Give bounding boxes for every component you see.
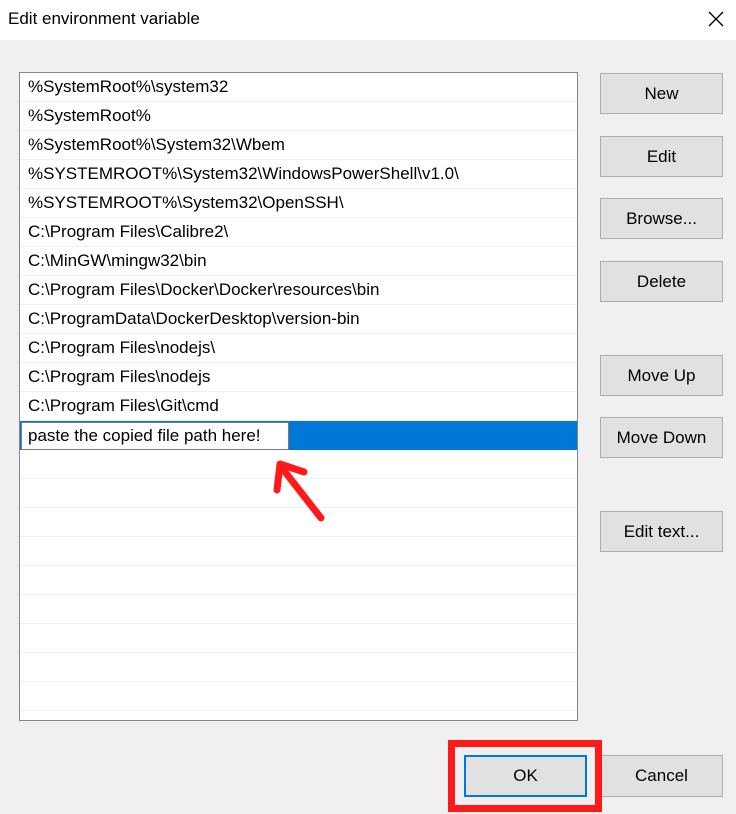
move-down-button[interactable]: Move Down <box>600 417 723 458</box>
window-title: Edit environment variable <box>8 9 200 28</box>
list-item-empty[interactable] <box>20 624 577 653</box>
path-edit-input[interactable] <box>21 422 289 450</box>
list-item-empty[interactable] <box>20 537 577 566</box>
list-item[interactable]: C:\Program Files\Git\cmd <box>20 392 577 421</box>
list-item[interactable]: C:\Program Files\Docker\Docker\resources… <box>20 276 577 305</box>
delete-button[interactable]: Delete <box>600 261 723 302</box>
browse-button[interactable]: Browse... <box>600 198 723 239</box>
list-item-empty[interactable] <box>20 595 577 624</box>
list-item[interactable]: %SYSTEMROOT%\System32\OpenSSH\ <box>20 189 577 218</box>
list-item[interactable]: C:\Program Files\nodejs\ <box>20 334 577 363</box>
list-item[interactable]: C:\MinGW\mingw32\bin <box>20 247 577 276</box>
new-button[interactable]: New <box>600 73 723 114</box>
list-item[interactable]: %SystemRoot%\System32\Wbem <box>20 131 577 160</box>
list-item-selected[interactable] <box>20 421 577 450</box>
arrow-annotation-icon <box>273 460 325 522</box>
list-item[interactable]: C:\Program Files\Calibre2\ <box>20 218 577 247</box>
close-icon <box>708 11 724 27</box>
list-item-empty[interactable] <box>20 566 577 595</box>
path-list[interactable]: %SystemRoot%\system32 %SystemRoot% %Syst… <box>19 72 578 721</box>
list-item[interactable]: %SystemRoot%\system32 <box>20 73 577 102</box>
list-item[interactable]: C:\Program Files\nodejs <box>20 363 577 392</box>
cancel-button[interactable]: Cancel <box>600 755 723 797</box>
ok-highlight-annotation <box>448 740 602 812</box>
list-item-empty[interactable] <box>20 682 577 711</box>
move-up-button[interactable]: Move Up <box>600 355 723 396</box>
list-item[interactable]: C:\ProgramData\DockerDesktop\version-bin <box>20 305 577 334</box>
edit-text-button[interactable]: Edit text... <box>600 511 723 552</box>
title-bar: Edit environment variable <box>0 0 736 40</box>
list-item[interactable]: %SYSTEMROOT%\System32\WindowsPowerShell\… <box>20 160 577 189</box>
list-item[interactable]: %SystemRoot% <box>20 102 577 131</box>
edit-button[interactable]: Edit <box>600 136 723 177</box>
list-item-empty[interactable] <box>20 653 577 682</box>
close-button[interactable] <box>696 0 736 40</box>
